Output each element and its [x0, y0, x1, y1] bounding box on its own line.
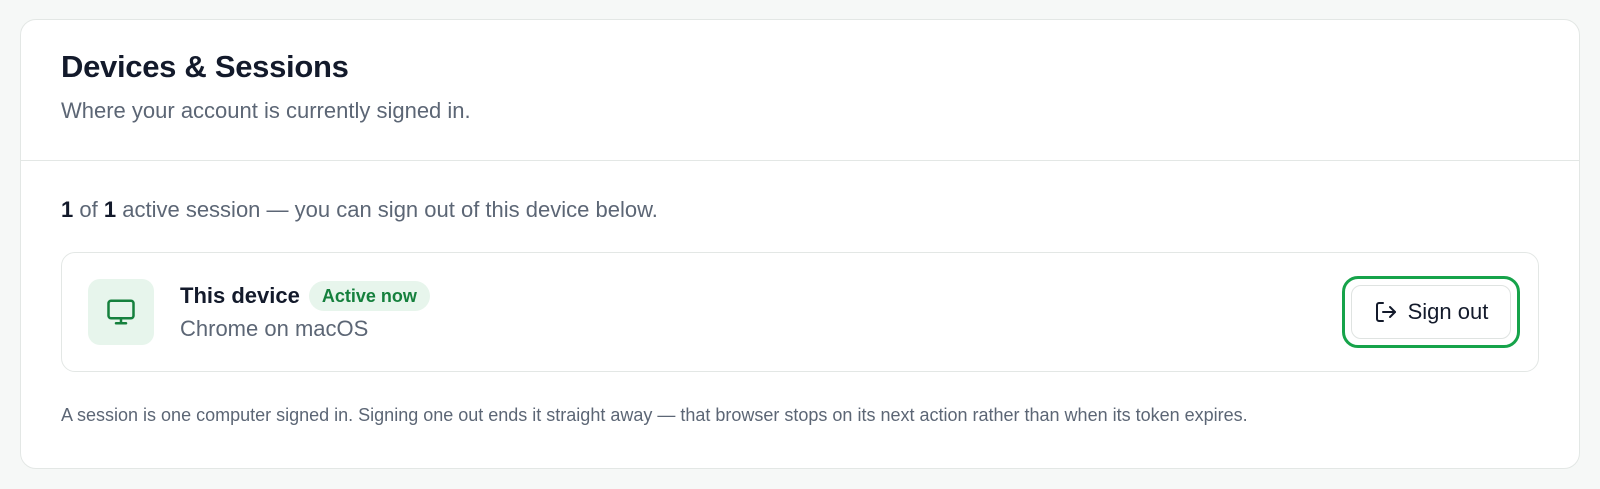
card-header: Devices & Sessions Where your account is… — [21, 20, 1579, 161]
page-title: Devices & Sessions — [61, 49, 349, 84]
device-name: This device — [180, 282, 300, 308]
log-out-icon — [1374, 300, 1398, 324]
device-detail: Chrome on macOS — [180, 315, 369, 341]
session-count-summary: 1 of 1 active session — you can sign out… — [61, 195, 1539, 225]
signout-focus-ring: Sign out — [1342, 276, 1520, 348]
device-icon-tile — [88, 279, 154, 345]
sessions-card: Devices & Sessions Where your account is… — [20, 19, 1580, 469]
card-body: 1 of 1 active session — you can sign out… — [21, 161, 1579, 427]
device-info: This device Active now Chrome on macOS — [180, 280, 430, 344]
status-badge: Active now — [308, 280, 430, 311]
session-row: This device Active now Chrome on macOS S… — [61, 252, 1539, 372]
of-label: of — [79, 197, 98, 222]
device-title-line: This device Active now — [180, 280, 430, 311]
monitor-icon — [106, 297, 136, 327]
sign-out-label: Sign out — [1407, 299, 1489, 324]
active-session-count: 1 — [61, 197, 74, 222]
sign-out-button[interactable]: Sign out — [1351, 285, 1511, 339]
session-footnote: A session is one computer signed in. Sig… — [61, 405, 1248, 425]
page-subtitle: Where your account is currently signed i… — [61, 98, 471, 123]
session-count-text: active session — you can sign out of thi… — [122, 197, 658, 222]
total-session-count: 1 — [103, 197, 117, 222]
